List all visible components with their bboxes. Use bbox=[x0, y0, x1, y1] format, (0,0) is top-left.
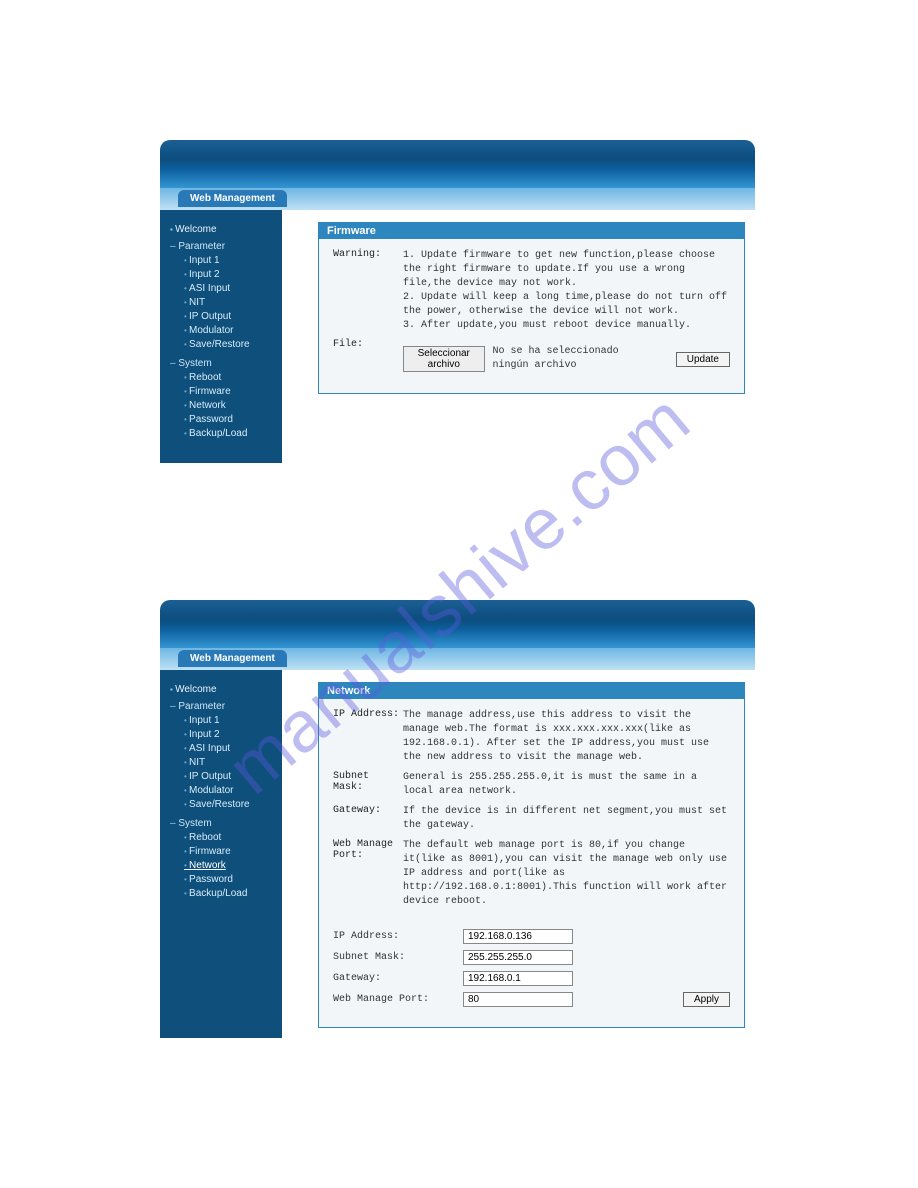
sidebar-item-backup-load[interactable]: Backup/Load bbox=[184, 887, 274, 901]
web-port-label: Web Manage Port: bbox=[333, 994, 463, 1005]
sidebar-item-firmware[interactable]: Firmware bbox=[184, 385, 274, 399]
sidebar-item-ip-output[interactable]: IP Output bbox=[184, 310, 274, 324]
desc-port-text: The default web manage port is 80,if you… bbox=[403, 839, 730, 909]
screenshot-firmware: Web Management Welcome Parameter Input 1… bbox=[160, 140, 755, 430]
gateway-input[interactable] bbox=[463, 971, 573, 986]
gateway-label: Gateway: bbox=[333, 973, 463, 984]
file-status-text: No se ha seleccionado ningún archivo bbox=[493, 345, 660, 373]
sidebar-item-modulator[interactable]: Modulator bbox=[184, 324, 274, 338]
card-title: Network bbox=[319, 683, 744, 699]
tab-web-management[interactable]: Web Management bbox=[178, 650, 287, 667]
sidebar-item-password[interactable]: Password bbox=[184, 413, 274, 427]
card-title: Firmware bbox=[319, 223, 744, 239]
subnet-mask-label: Subnet Mask: bbox=[333, 952, 463, 963]
header-banner bbox=[160, 140, 755, 188]
file-label: File: bbox=[333, 339, 403, 373]
warning-label: Warning: bbox=[333, 249, 403, 333]
sidebar-item-reboot[interactable]: Reboot bbox=[184, 371, 274, 385]
desc-subnet-label: Subnet Mask: bbox=[333, 771, 403, 799]
ip-address-label: IP Address: bbox=[333, 931, 463, 942]
tab-bar: Web Management bbox=[160, 188, 755, 210]
desc-subnet-text: General is 255.255.255.0,it is must the … bbox=[403, 771, 730, 799]
network-card: Network IP Address:The manage address,us… bbox=[318, 682, 745, 1028]
sidebar-item-welcome[interactable]: Welcome bbox=[170, 224, 274, 235]
sidebar-item-firmware[interactable]: Firmware bbox=[184, 845, 274, 859]
desc-gateway-label: Gateway: bbox=[333, 805, 403, 833]
subnet-mask-input[interactable] bbox=[463, 950, 573, 965]
sidebar-item-save-restore[interactable]: Save/Restore bbox=[184, 338, 274, 352]
sidebar-item-password[interactable]: Password bbox=[184, 873, 274, 887]
header-banner bbox=[160, 600, 755, 648]
sidebar-group-system: System bbox=[170, 358, 274, 369]
sidebar-item-nit[interactable]: NIT bbox=[184, 756, 274, 770]
tab-web-management[interactable]: Web Management bbox=[178, 190, 287, 207]
sidebar-item-save-restore[interactable]: Save/Restore bbox=[184, 798, 274, 812]
sidebar-item-reboot[interactable]: Reboot bbox=[184, 831, 274, 845]
desc-gateway-text: If the device is in different net segmen… bbox=[403, 805, 730, 833]
web-port-input[interactable] bbox=[463, 992, 573, 1007]
sidebar-item-network[interactable]: Network bbox=[184, 399, 274, 413]
sidebar-item-modulator[interactable]: Modulator bbox=[184, 784, 274, 798]
tab-bar: Web Management bbox=[160, 648, 755, 670]
sidebar-group-parameter: Parameter bbox=[170, 241, 274, 252]
sidebar-group-parameter: Parameter bbox=[170, 701, 274, 712]
choose-file-button[interactable]: Seleccionar archivo bbox=[403, 346, 485, 372]
sidebar: Welcome Parameter Input 1 Input 2 ASI In… bbox=[160, 670, 282, 1038]
screenshot-network: Web Management Welcome Parameter Input 1… bbox=[160, 600, 755, 990]
warning-text: 1. Update firmware to get new function,p… bbox=[403, 249, 730, 333]
ip-address-input[interactable] bbox=[463, 929, 573, 944]
desc-port-label: Web Manage Port: bbox=[333, 839, 403, 909]
desc-ip-text: The manage address,use this address to v… bbox=[403, 709, 730, 765]
firmware-card: Firmware Warning: 1. Update firmware to … bbox=[318, 222, 745, 394]
desc-ip-label: IP Address: bbox=[333, 709, 403, 765]
sidebar-item-network[interactable]: Network bbox=[184, 859, 274, 873]
sidebar-item-asi-input[interactable]: ASI Input bbox=[184, 742, 274, 756]
sidebar-item-input1[interactable]: Input 1 bbox=[184, 714, 274, 728]
sidebar-item-input2[interactable]: Input 2 bbox=[184, 268, 274, 282]
sidebar-item-backup-load[interactable]: Backup/Load bbox=[184, 427, 274, 441]
sidebar-item-asi-input[interactable]: ASI Input bbox=[184, 282, 274, 296]
sidebar-group-system: System bbox=[170, 818, 274, 829]
sidebar: Welcome Parameter Input 1 Input 2 ASI In… bbox=[160, 210, 282, 463]
sidebar-item-input2[interactable]: Input 2 bbox=[184, 728, 274, 742]
sidebar-item-ip-output[interactable]: IP Output bbox=[184, 770, 274, 784]
sidebar-item-input1[interactable]: Input 1 bbox=[184, 254, 274, 268]
sidebar-item-welcome[interactable]: Welcome bbox=[170, 684, 274, 695]
sidebar-item-nit[interactable]: NIT bbox=[184, 296, 274, 310]
update-button[interactable]: Update bbox=[676, 352, 730, 367]
apply-button[interactable]: Apply bbox=[683, 992, 730, 1007]
